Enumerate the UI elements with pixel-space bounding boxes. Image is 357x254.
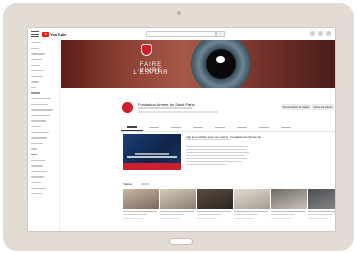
video-meta	[123, 218, 143, 220]
video-title[interactable]	[123, 211, 157, 213]
tab-live[interactable]	[187, 124, 209, 131]
salvation-army-shield-icon	[141, 44, 152, 56]
search-icon[interactable]	[216, 31, 225, 37]
video-thumbnail[interactable]	[123, 189, 159, 209]
video-meta	[160, 218, 180, 220]
channel-avatar[interactable]	[121, 101, 134, 114]
video-title[interactable]	[271, 211, 305, 213]
apps-icon[interactable]	[310, 31, 315, 36]
video-thumbnail[interactable]	[308, 189, 335, 209]
sidebar	[28, 40, 60, 231]
menu-icon[interactable]	[31, 31, 39, 37]
video-title-line2	[160, 214, 184, 216]
video-title-line2	[123, 214, 147, 216]
video-thumbnail[interactable]	[197, 189, 233, 209]
manage-videos-button[interactable]: Gérer les vidéos	[312, 104, 334, 110]
tab-playlists[interactable]	[209, 124, 231, 131]
video-title-line2	[271, 214, 295, 216]
video-title-line2	[197, 214, 221, 216]
video-meta	[271, 218, 291, 220]
featured-video-description-line	[186, 152, 249, 154]
video-meta	[197, 218, 217, 220]
channel-description[interactable]	[138, 111, 218, 113]
featured-video-subcaption	[127, 156, 177, 158]
video-title[interactable]	[160, 211, 194, 213]
featured-video-caption	[135, 153, 169, 155]
eye-reflection-graphic	[216, 56, 225, 63]
featured-video-description-line	[186, 146, 248, 148]
home-button[interactable]	[169, 238, 193, 245]
featured-video-player[interactable]	[123, 134, 181, 170]
tab-community[interactable]	[231, 124, 253, 131]
banner-slogan-line2: L'ESPOIR	[133, 70, 169, 76]
tab-videos[interactable]	[143, 124, 165, 131]
youtube-logo[interactable]: YouTube	[42, 31, 67, 37]
channel-banner: FAIRE VIVRE L'ESPOIR	[61, 40, 335, 88]
video-meta	[234, 218, 254, 220]
featured-video-meta	[186, 139, 230, 141]
notifications-icon[interactable]	[318, 31, 323, 36]
featured-video-red-band	[123, 163, 181, 170]
tablet-frame: YouTube FAIRE VIVRE L'ESPOIR Fondation A…	[3, 3, 354, 251]
tab-about[interactable]	[275, 124, 297, 131]
video-title[interactable]	[308, 211, 335, 213]
video-meta	[308, 218, 328, 220]
account-icon[interactable]	[326, 31, 331, 36]
video-title-line2	[308, 214, 332, 216]
logo-text: YouTube	[50, 31, 67, 37]
tab-shorts[interactable]	[165, 124, 187, 131]
featured-video-description-line	[186, 164, 226, 166]
video-shelf-title[interactable]: Vidéos	[123, 182, 132, 186]
sidebar-item[interactable]	[28, 191, 59, 197]
video-thumbnail[interactable]	[234, 189, 270, 209]
camera-dot	[177, 11, 181, 15]
youtube-logo-icon	[42, 31, 49, 37]
tab-channels[interactable]	[253, 124, 275, 131]
video-title[interactable]	[197, 211, 231, 213]
channel-handle-subscribers	[138, 107, 192, 109]
eye-iris-graphic	[191, 40, 251, 88]
tab-home[interactable]	[121, 124, 143, 131]
featured-video-description-line	[186, 149, 246, 151]
featured-video-description-line	[186, 155, 244, 157]
video-title-line2	[234, 214, 258, 216]
search-input[interactable]	[146, 31, 216, 37]
customize-channel-button[interactable]: Personnaliser la chaîne	[282, 104, 310, 110]
featured-video-description-line	[186, 161, 242, 163]
video-thumbnail[interactable]	[271, 189, 307, 209]
masthead-icons	[310, 31, 331, 36]
video-thumbnail[interactable]	[160, 189, 196, 209]
play-all-link[interactable]	[141, 183, 149, 185]
channel-tabs	[121, 124, 335, 132]
featured-video-description-line	[186, 158, 247, 160]
video-title[interactable]	[234, 211, 268, 213]
browser-screen: YouTube FAIRE VIVRE L'ESPOIR Fondation A…	[27, 27, 336, 232]
